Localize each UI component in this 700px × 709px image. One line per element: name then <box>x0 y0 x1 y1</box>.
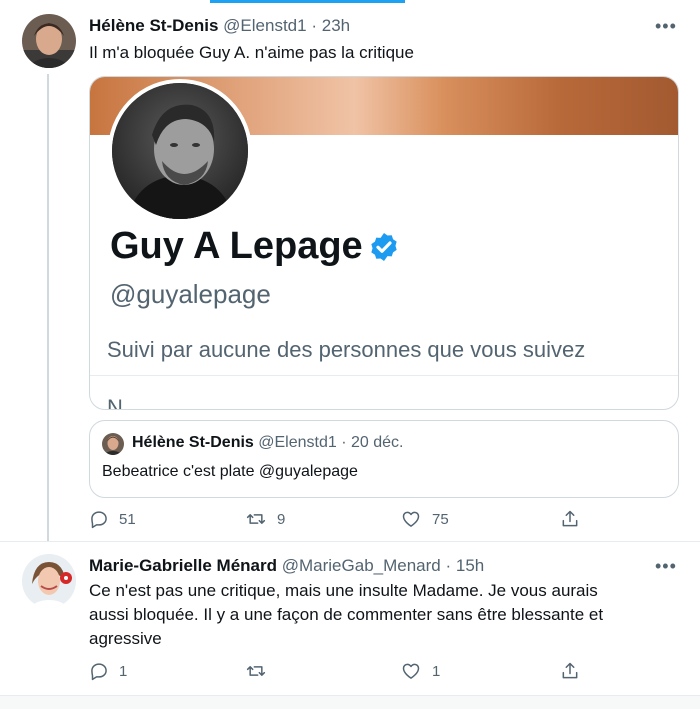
separator: · <box>311 16 317 35</box>
avatar[interactable] <box>22 554 76 608</box>
tweet-text: Il m'a bloquée Guy A. n'aime pas la crit… <box>89 43 414 62</box>
retweet-button[interactable]: 9 <box>245 509 285 529</box>
share-button[interactable] <box>560 509 580 529</box>
verified-badge-icon <box>371 233 397 261</box>
tweet-header: Hélène St-Denis @Elenstd1 · 23h <box>89 16 350 36</box>
like-count: 75 <box>432 510 449 528</box>
retweet-count: 9 <box>277 510 286 528</box>
profile-card[interactable]: Guy A Lepage @guyalepage Suivi par aucun… <box>89 76 679 410</box>
timestamp[interactable]: 23h <box>322 16 350 35</box>
active-tab-indicator <box>210 0 405 3</box>
retweet-button[interactable] <box>245 661 277 681</box>
author-name[interactable]: Marie-Gabrielle Ménard <box>89 556 277 575</box>
quoted-tweet[interactable]: Hélène St-Denis @Elenstd1 · 20 déc. Bebe… <box>89 420 679 498</box>
followed-by-text: Suivi par aucune des personnes que vous … <box>107 337 586 362</box>
reply-button[interactable]: 1 <box>89 661 127 681</box>
like-button[interactable]: 1 <box>400 661 440 681</box>
thread-connector <box>47 74 49 542</box>
quoted-author-handle: @Elenstd1 <box>258 434 337 451</box>
quoted-author-name: Hélène St-Denis <box>132 434 254 451</box>
quoted-text: Bebeatrice c'est plate @guyalepage <box>102 463 358 480</box>
share-icon <box>562 662 578 679</box>
more-options-icon[interactable]: ••• <box>655 556 677 577</box>
share-icon <box>562 510 578 527</box>
timestamp[interactable]: 15h <box>456 556 484 575</box>
reply-icon <box>91 511 107 529</box>
reply-button[interactable]: 51 <box>89 509 136 529</box>
share-button[interactable] <box>560 661 580 681</box>
author-handle[interactable]: @MarieGab_Menard <box>282 556 441 575</box>
tweet-text-line: aussi bloquée. Il y a une façon de comme… <box>89 605 604 624</box>
quoted-header: Hélène St-Denis @Elenstd1 · 20 déc. <box>132 434 404 452</box>
avatar[interactable] <box>22 14 76 68</box>
retweet-icon <box>246 666 266 676</box>
reply-count: 1 <box>119 662 128 680</box>
author-handle[interactable]: @Elenstd1 <box>223 16 306 35</box>
feed-separator <box>0 695 700 709</box>
tweet-text-line: Ce n'est pas une critique, mais une insu… <box>89 581 598 600</box>
retweet-icon <box>246 514 266 524</box>
quoted-avatar <box>102 433 124 455</box>
profile-name: Guy A Lepage <box>110 225 363 267</box>
separator: · <box>341 434 347 451</box>
card-divider <box>90 375 678 376</box>
heart-icon <box>402 663 420 679</box>
card-truncated-text: N <box>107 395 123 410</box>
quoted-timestamp: 20 déc. <box>351 434 404 451</box>
profile-handle: @guyalepage <box>110 279 271 309</box>
profile-avatar <box>108 79 252 223</box>
tweet-text: Ce n'est pas une critique, mais une insu… <box>89 579 689 651</box>
tweet-divider <box>0 541 700 542</box>
more-options-icon[interactable]: ••• <box>655 16 677 37</box>
tweet-text-line: agressive <box>89 629 162 648</box>
author-name[interactable]: Hélène St-Denis <box>89 16 218 35</box>
separator: · <box>445 556 452 575</box>
like-button[interactable]: 75 <box>400 509 449 529</box>
heart-icon <box>402 511 420 527</box>
like-count: 1 <box>432 662 441 680</box>
reply-icon <box>91 663 107 681</box>
reply-count: 51 <box>119 510 136 528</box>
tweet-header: Marie-Gabrielle Ménard @MarieGab_Menard … <box>89 556 484 576</box>
